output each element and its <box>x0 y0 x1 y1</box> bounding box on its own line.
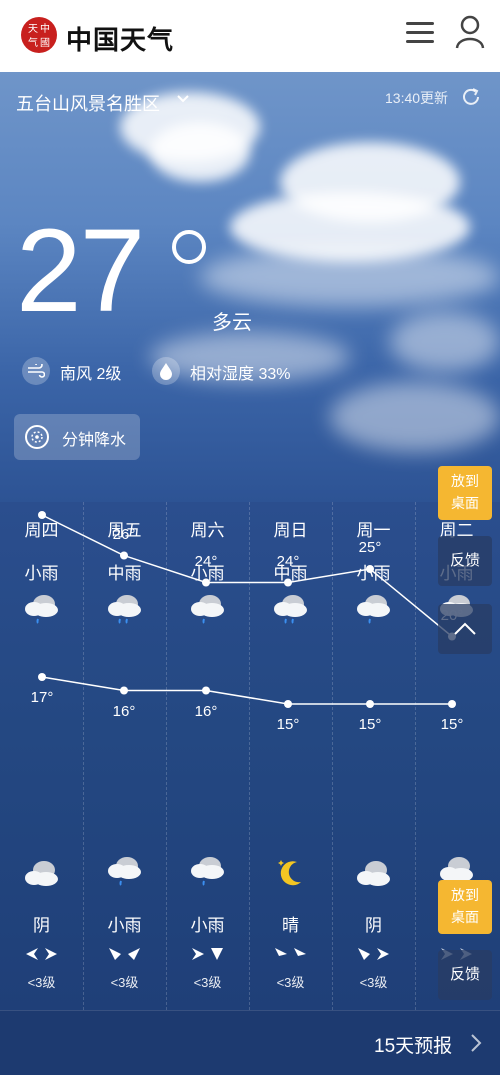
low-temp-label: 16° <box>194 702 218 720</box>
bottom-bar: 15天预报 <box>0 1010 500 1075</box>
radar-icon <box>25 425 49 449</box>
scroll-to-top-button[interactable] <box>438 604 492 654</box>
add-to-desktop-button[interactable]: 放到 桌面 <box>438 466 492 520</box>
night-condition: 晴 <box>282 916 299 935</box>
clear-night-icon <box>278 860 301 886</box>
feedback-button[interactable]: 反馈 <box>438 950 492 1000</box>
high-temp-point <box>202 578 210 587</box>
low-temp-point <box>366 700 374 708</box>
minute-precipitation-button[interactable]: 分钟降水 <box>14 414 140 460</box>
low-temp-label: 15° <box>358 716 382 733</box>
current-weather-panel: 五台山风景名胜区 13:40更新 27 多云 南风 2级 相对湿度 33% 分钟… <box>0 72 500 502</box>
wind-icon <box>22 357 50 385</box>
high-temp-point <box>38 511 46 519</box>
user-icon[interactable] <box>454 14 486 50</box>
chevron-down-icon[interactable] <box>175 91 191 107</box>
current-condition: 多云 <box>212 312 252 334</box>
add-to-desktop-button[interactable]: 放到 桌面 <box>438 880 492 934</box>
wind-direction-icon <box>192 948 223 960</box>
location-name[interactable]: 五台山风景名胜区 <box>16 90 160 116</box>
svg-text:中: 中 <box>40 22 50 35</box>
svg-text:國: 國 <box>40 37 50 49</box>
light-rain-icon <box>191 857 224 886</box>
add-to-desktop-label-2: 桌面 <box>451 909 479 925</box>
low-temp-point <box>38 673 46 681</box>
add-to-desktop-label-1: 放到 <box>451 473 479 489</box>
forecast-panel: 周四 周五 周六 周日 周一 周二 小雨 中雨 小雨 中雨 小雨 小雨 29°2… <box>0 502 500 1010</box>
svg-text:气: 气 <box>28 36 38 49</box>
wind-info: 南风 2级 <box>60 366 122 383</box>
brand-title: 中国天气 <box>66 26 175 56</box>
low-temp-label: 17° <box>30 689 54 706</box>
low-temp-point <box>120 686 128 695</box>
chevron-up-icon <box>454 622 476 635</box>
add-to-desktop-label-1: 放到 <box>451 887 479 903</box>
high-temp-point <box>284 578 292 587</box>
cloudy-icon <box>357 861 390 886</box>
wind-level: <3级 <box>110 975 139 990</box>
add-to-desktop-label-2: 桌面 <box>451 495 479 511</box>
cloudy-icon <box>25 861 58 886</box>
wind-direction-icon <box>275 948 306 956</box>
high-temp-label: 24° <box>194 552 218 570</box>
current-temperature: 27 <box>16 205 145 337</box>
humidity-drop-icon <box>152 357 180 385</box>
low-temp-point <box>284 700 292 708</box>
update-time: 13:40更新 <box>385 90 449 106</box>
night-condition: 小雨 <box>190 916 225 935</box>
low-temp-point <box>202 686 210 695</box>
svg-text:天: 天 <box>28 24 38 35</box>
low-temp-label: 16° <box>112 702 136 720</box>
fifteen-day-forecast-link[interactable]: 15天预报 <box>374 1031 452 1058</box>
high-temp-label: 26° <box>112 525 136 543</box>
wind-level: <3级 <box>193 975 222 990</box>
low-temp-line <box>41 676 452 705</box>
night-condition: 阴 <box>33 916 50 935</box>
app-header: 天 中 气 國 中国天气 <box>0 0 500 72</box>
wind-level: <3级 <box>27 975 56 990</box>
wind-direction-icon <box>109 948 140 960</box>
night-condition: 小雨 <box>107 916 142 935</box>
light-rain-icon <box>108 857 141 886</box>
refresh-icon[interactable] <box>460 86 482 108</box>
wind-direction-icon <box>358 948 389 960</box>
wind-direction-icon <box>26 948 57 960</box>
hamburger-menu-icon[interactable] <box>404 18 436 48</box>
high-temp-label: 24° <box>276 552 300 570</box>
low-temp-point <box>448 700 456 708</box>
china-weather-seal-logo[interactable]: 天 中 气 國 <box>20 15 58 55</box>
wind-level: <3级 <box>359 975 388 990</box>
humidity-info: 相对湿度 33% <box>190 366 291 383</box>
chevron-right-icon[interactable] <box>466 1031 486 1055</box>
feedback-label: 反馈 <box>449 552 480 569</box>
high-temp-label: 25° <box>358 539 382 556</box>
feedback-button[interactable]: 反馈 <box>438 536 492 586</box>
low-temp-label: 15° <box>440 716 464 733</box>
high-temp-point <box>120 551 128 560</box>
low-temp-label: 15° <box>276 716 300 733</box>
degree-symbol <box>172 230 206 264</box>
feedback-label: 反馈 <box>449 966 480 983</box>
wind-level: <3级 <box>276 975 305 990</box>
night-condition: 阴 <box>365 916 382 935</box>
high-temp-point <box>366 565 374 573</box>
minute-precipitation-label: 分钟降水 <box>62 432 127 449</box>
